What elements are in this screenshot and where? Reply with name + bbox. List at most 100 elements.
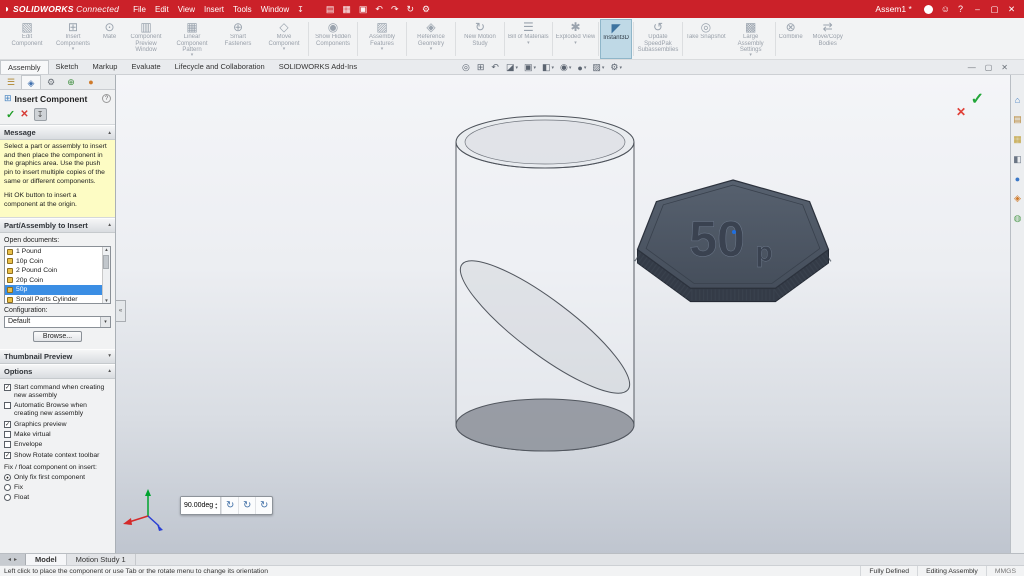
menu-edit[interactable]: Edit <box>155 5 169 14</box>
checkbox[interactable] <box>4 431 11 438</box>
checkbox[interactable]: ✓ <box>4 421 11 428</box>
checkbox-envelope[interactable]: Envelope <box>4 441 111 449</box>
hide-show-items-icon[interactable]: ◉▾ <box>560 62 571 73</box>
tab-model[interactable]: Model <box>26 554 67 565</box>
ribbon-button-component-preview-window[interactable]: ▥Component Preview Window <box>123 19 169 59</box>
radio-button[interactable]: ● <box>4 474 11 481</box>
ribbon-button-insert-components[interactable]: ⊞Insert Components▾ <box>50 19 96 59</box>
previous-view-icon[interactable]: ↶ <box>491 62 500 73</box>
checkbox-graphics-preview[interactable]: ✓Graphics preview <box>4 421 111 429</box>
checkbox[interactable] <box>4 402 11 409</box>
rebuild-icon[interactable]: ↻ <box>406 1 414 17</box>
ribbon-button-smart-fasteners[interactable]: ⊕Smart Fasteners <box>215 19 261 59</box>
scrollbar-thumb[interactable] <box>103 255 109 269</box>
open-icon[interactable]: ▤ <box>326 1 335 17</box>
file-explorer-icon[interactable]: ▦ <box>1013 134 1022 145</box>
edit-appearance-icon[interactable]: ●▾ <box>577 63 586 73</box>
list-item[interactable]: 2 Pound Coin <box>5 266 110 276</box>
ribbon-button-new-motion-study[interactable]: ↻New Motion Study <box>457 19 503 59</box>
apply-scene-icon[interactable]: ▨▾ <box>592 62 604 73</box>
menu-insert[interactable]: Insert <box>204 5 224 14</box>
tab-evaluate[interactable]: Evaluate <box>124 60 167 74</box>
displaymanager-tab[interactable]: ● <box>81 75 101 89</box>
rotation-angle-input[interactable]: 90.00deg ▴ ▾ <box>181 497 221 514</box>
minimize-button[interactable]: – <box>969 1 986 17</box>
tab-motion-study-1[interactable]: Motion Study 1 <box>67 554 136 565</box>
featuremanager-tab[interactable]: ☰ <box>1 75 21 89</box>
dimxpertmanager-tab[interactable]: ⊕ <box>61 75 81 89</box>
tab-solidworks-addins[interactable]: SOLIDWORKS Add-Ins <box>272 60 364 74</box>
checkbox[interactable]: ✓ <box>4 452 11 459</box>
rotate-x-button[interactable]: ↻ <box>221 497 238 514</box>
confirm-ok-button[interactable]: ✓ <box>971 89 984 109</box>
list-item[interactable]: Small Parts Cylinder <box>5 295 110 304</box>
ribbon-button-linear-component-pattern[interactable]: ▦Linear Component Pattern▾ <box>169 19 215 59</box>
list-item-selected[interactable]: 50p <box>5 285 110 295</box>
doc-close-icon[interactable]: ✕ <box>1001 63 1008 72</box>
help-icon[interactable]: ? <box>958 4 963 14</box>
section-header-message[interactable]: Message ▴ <box>0 125 115 140</box>
tab-scroll-buttons[interactable]: ◂ ▸ <box>0 554 26 565</box>
radio-float[interactable]: Float <box>4 494 111 502</box>
tab-assembly[interactable]: Assembly <box>0 60 49 74</box>
help-icon[interactable]: ? <box>102 94 111 103</box>
section-header-thumbnail-preview[interactable]: Thumbnail Preview ▾ <box>0 349 115 364</box>
ribbon-button-update-speedpak[interactable]: ↺Update SpeedPak Subassemblies <box>635 19 681 59</box>
print-icon[interactable]: ▣ <box>359 1 368 17</box>
radio-fix[interactable]: Fix <box>4 484 111 492</box>
user-avatar[interactable] <box>924 5 933 14</box>
3d-scene[interactable]: 50 p <box>116 75 1010 553</box>
menu-file[interactable]: File <box>133 5 146 14</box>
radio-button[interactable] <box>4 484 11 491</box>
ribbon-button-assembly-features[interactable]: ▨Assembly Features▾ <box>359 19 405 59</box>
appearances-scenes-icon[interactable]: ● <box>1015 174 1020 184</box>
close-button[interactable]: ✕ <box>1003 1 1020 17</box>
view-orientation-icon[interactable]: ▣▾ <box>524 62 536 73</box>
checkbox-start-command[interactable]: ✓Start command when creating new assembl… <box>4 384 111 400</box>
view-palette-icon[interactable]: ◧ <box>1013 154 1022 165</box>
forum-icon[interactable]: ◍ <box>1014 213 1022 224</box>
custom-properties-icon[interactable]: ◈ <box>1014 193 1021 204</box>
ribbon-button-bill-of-materials[interactable]: ☰Bill of Materials▾ <box>506 19 551 59</box>
cylinder-part[interactable] <box>446 116 645 451</box>
section-header-options[interactable]: Options ▴ <box>0 364 115 379</box>
pin-button[interactable]: ↧ <box>34 108 47 121</box>
cancel-button[interactable]: ✕ <box>20 109 28 120</box>
chevron-down-icon[interactable]: ▾ <box>100 317 110 327</box>
scroll-up-icon[interactable]: ▲ <box>104 247 108 252</box>
ribbon-button-instant3d[interactable]: ◤Instant3D <box>600 19 632 59</box>
list-item[interactable]: 10p Coin <box>5 256 110 266</box>
menu-view[interactable]: View <box>178 5 195 14</box>
ribbon-button-large-assembly-settings[interactable]: ▩Large Assembly Settings▾ <box>728 19 774 59</box>
spinner-down-icon[interactable]: ▾ <box>215 506 217 510</box>
checkbox[interactable] <box>4 441 11 448</box>
scroll-down-icon[interactable]: ▼ <box>104 298 108 303</box>
ribbon-button-move-component[interactable]: ◇Move Component▾ <box>261 19 307 59</box>
ribbon-button-show-hidden-components[interactable]: ◉Show Hidden Components <box>310 19 356 59</box>
doc-minimize-icon[interactable]: — <box>968 63 976 72</box>
ribbon-button-edit-component[interactable]: ▧Edit Component <box>4 19 50 59</box>
scroll-right-icon[interactable]: ▸ <box>14 556 17 563</box>
panel-collapse-button[interactable]: « <box>116 300 126 322</box>
menu-tools[interactable]: Tools <box>233 5 252 14</box>
ribbon-button-take-snapshot[interactable]: ◎Take Snapshot <box>684 19 728 59</box>
confirm-cancel-button[interactable]: ✕ <box>956 105 966 119</box>
scroll-left-icon[interactable]: ◂ <box>8 556 11 563</box>
save-icon[interactable]: ▦ <box>342 1 351 17</box>
home-icon[interactable]: ⌂ <box>1015 95 1020 105</box>
doc-restore-icon[interactable]: ▢ <box>985 63 993 72</box>
angle-spinner[interactable]: ▴ ▾ <box>215 502 217 510</box>
maximize-button[interactable]: ▢ <box>986 1 1003 17</box>
tab-sketch[interactable]: Sketch <box>49 60 86 74</box>
checkbox[interactable]: ✓ <box>4 384 11 391</box>
tab-markup[interactable]: Markup <box>85 60 124 74</box>
zoom-fit-icon[interactable]: ◎ <box>462 62 471 73</box>
rotate-z-button[interactable]: ↻ <box>255 497 272 514</box>
configurationmanager-tab[interactable]: ⚙ <box>41 75 61 89</box>
redo-icon[interactable]: ↷ <box>391 1 399 17</box>
design-library-icon[interactable]: ▤ <box>1013 114 1022 125</box>
section-header-part-assembly[interactable]: Part/Assembly to Insert ▴ <box>0 218 115 233</box>
checkbox-automatic-browse[interactable]: Automatic Browse when creating new assem… <box>4 402 111 418</box>
ribbon-button-exploded-view[interactable]: ✱Exploded View▾ <box>554 19 598 59</box>
undo-icon[interactable]: ↶ <box>375 1 383 17</box>
